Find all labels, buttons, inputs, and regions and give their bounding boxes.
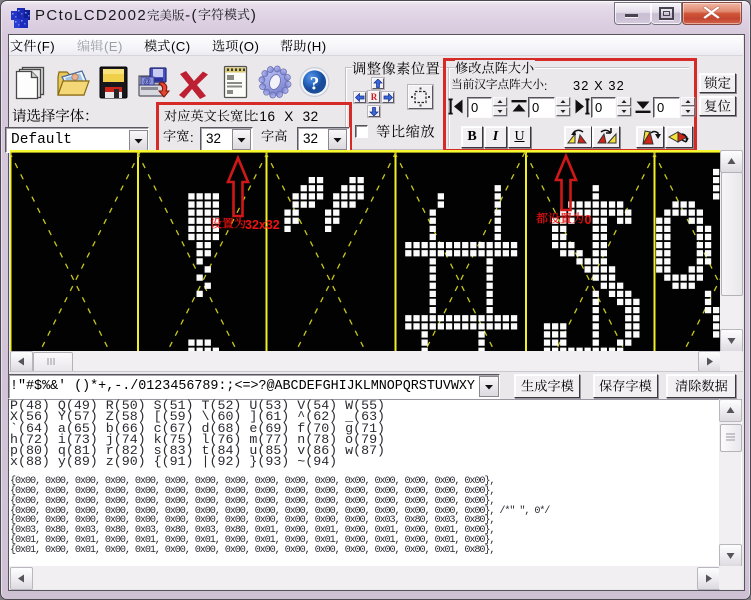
svg-text:@: @	[143, 77, 151, 86]
svg-text:?: ?	[310, 74, 320, 95]
